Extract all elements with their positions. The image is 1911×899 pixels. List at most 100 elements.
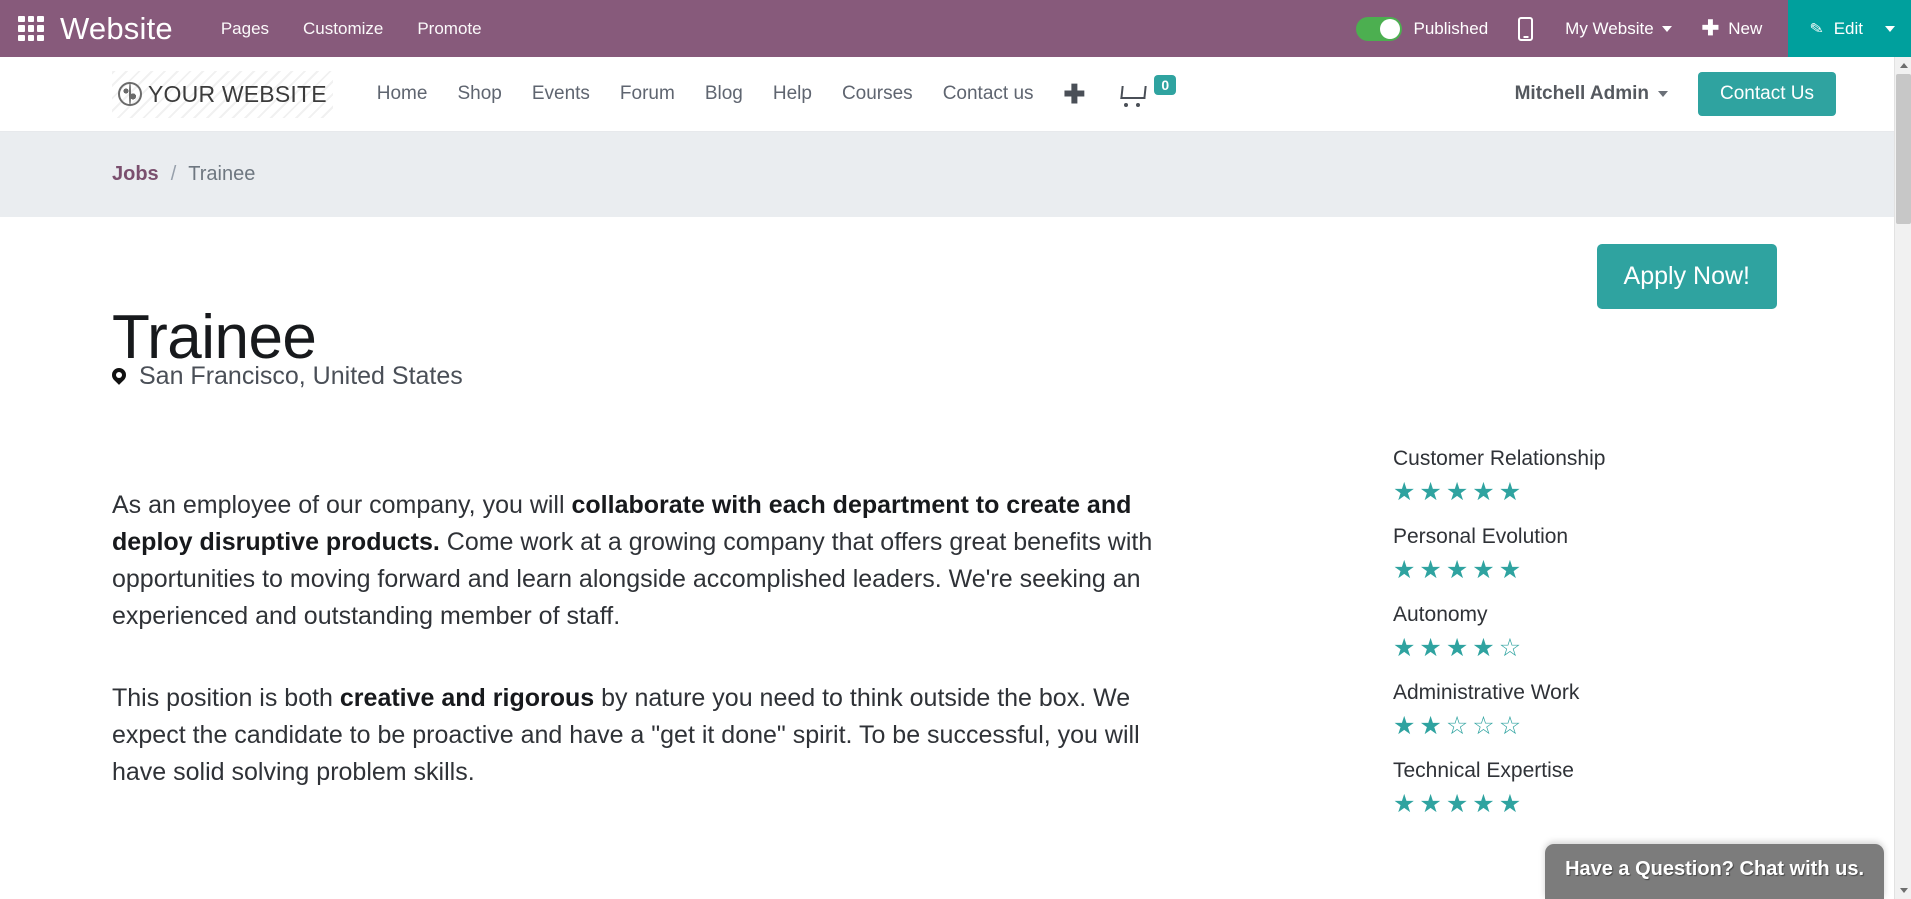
edit-button[interactable]: ✎ Edit xyxy=(1788,0,1911,57)
ratings-sidebar: Customer Relationship ★ ★ ★ ★ ★ Personal Evolu… xyxy=(1393,447,1813,837)
my-website-label: My Website xyxy=(1565,18,1654,38)
rating-stars: ★ ★ ☆ ☆ ☆ xyxy=(1393,714,1813,739)
rating-label: Customer Relationship xyxy=(1393,447,1606,470)
user-menu[interactable]: Mitchell Admin xyxy=(1514,83,1669,105)
star-filled-icon: ★ xyxy=(1419,634,1442,662)
star-filled-icon: ★ xyxy=(1393,790,1416,818)
rating-stars: ★ ★ ★ ★ ★ xyxy=(1393,792,1813,817)
published-label: Published xyxy=(1413,18,1489,38)
odoo-bar-right: Published My Website ✚ New ✎ Edit xyxy=(1355,0,1911,57)
nav-item-home[interactable]: Home xyxy=(377,83,428,105)
user-name-label: Mitchell Admin xyxy=(1514,83,1650,104)
breadcrumb-item-current: Trainee xyxy=(188,163,256,185)
job-paragraph-2: This position is both creative and rigor… xyxy=(112,680,1192,791)
rating-label: Personal Evolution xyxy=(1393,525,1569,548)
mobile-preview-icon[interactable] xyxy=(1518,16,1534,41)
star-filled-icon: ★ xyxy=(1419,790,1442,818)
job-description: As an employee of our company, you will … xyxy=(112,487,1192,836)
star-empty-icon: ☆ xyxy=(1498,712,1522,740)
odoo-menu-pages[interactable]: Pages xyxy=(221,19,269,39)
star-filled-icon: ★ xyxy=(1393,556,1416,584)
published-toggle[interactable]: Published xyxy=(1355,16,1489,41)
rating-label: Administrative Work xyxy=(1393,681,1580,704)
shopping-cart-icon xyxy=(1121,84,1147,107)
scrollbar-thumb[interactable] xyxy=(1896,74,1911,224)
star-filled-icon: ★ xyxy=(1445,478,1469,506)
map-pin-icon xyxy=(109,364,129,385)
star-empty-icon: ☆ xyxy=(1445,712,1469,740)
chevron-down-icon[interactable] xyxy=(1885,25,1895,32)
app-brand-website[interactable]: Website xyxy=(60,11,173,47)
my-website-dropdown[interactable]: My Website xyxy=(1565,19,1672,39)
star-filled-icon: ★ xyxy=(1419,556,1442,584)
star-filled-icon: ★ xyxy=(1498,556,1522,584)
star-empty-icon: ☆ xyxy=(1472,712,1495,740)
job-paragraph-1: As an employee of our company, you will … xyxy=(112,487,1192,635)
rating-stars: ★ ★ ★ ★ ★ xyxy=(1393,558,1813,583)
star-filled-icon: ★ xyxy=(1393,712,1416,740)
star-filled-icon: ★ xyxy=(1419,478,1442,506)
star-filled-icon: ★ xyxy=(1445,790,1469,818)
nav-item-forum[interactable]: Forum xyxy=(620,83,675,105)
odoo-menu-customize[interactable]: Customize xyxy=(303,19,383,39)
chevron-up-icon[interactable] xyxy=(1895,57,1911,74)
breadcrumb-bar: Jobs / Trainee xyxy=(0,132,1894,217)
odoo-top-bar: Website Pages Customize Promote Publishe… xyxy=(0,0,1911,57)
page-scrollbar[interactable] xyxy=(1894,57,1911,899)
chevron-down-icon xyxy=(1661,25,1672,32)
chevron-down-icon[interactable] xyxy=(1895,882,1911,899)
apply-now-button[interactable]: Apply Now! xyxy=(1596,244,1777,309)
nav-item-contact-us[interactable]: Contact us xyxy=(943,83,1034,105)
job-location-label: San Francisco, United States xyxy=(139,362,463,390)
paragraph-2-bold: creative and rigorous xyxy=(339,684,595,712)
paragraph-1-pre: As an employee of our company, you will xyxy=(112,491,572,519)
site-logo[interactable]: YOUR WEBSITE xyxy=(112,70,333,118)
rating-label: Technical Expertise xyxy=(1393,759,1574,782)
new-label: New xyxy=(1728,18,1763,38)
nav-item-blog[interactable]: Blog xyxy=(705,83,743,105)
livechat-button[interactable]: Have a Question? Chat with us. xyxy=(1545,844,1884,899)
star-filled-icon: ★ xyxy=(1393,634,1416,662)
plus-icon: ✚ xyxy=(1701,17,1720,40)
star-filled-icon: ★ xyxy=(1445,556,1469,584)
odoo-menu-promote[interactable]: Promote xyxy=(417,19,481,39)
breadcrumb: Jobs / Trainee xyxy=(112,163,255,186)
star-filled-icon: ★ xyxy=(1472,478,1495,506)
cart-count-badge: 0 xyxy=(1154,74,1177,96)
shopping-cart-button[interactable]: 0 xyxy=(1121,74,1177,107)
plus-icon[interactable]: ✚ xyxy=(1064,81,1086,107)
pencil-icon: ✎ xyxy=(1809,19,1826,39)
star-filled-icon: ★ xyxy=(1419,712,1442,740)
rating-stars: ★ ★ ★ ★ ☆ xyxy=(1393,636,1813,661)
nav-item-courses[interactable]: Courses xyxy=(842,83,913,105)
job-page-main: Trainee San Francisco, United States App… xyxy=(0,217,1894,899)
site-logo-text: YOUR WEBSITE xyxy=(148,80,327,107)
new-button[interactable]: ✚ New xyxy=(1702,18,1763,39)
nav-item-help[interactable]: Help xyxy=(773,83,812,105)
apps-grid-icon[interactable] xyxy=(18,15,44,42)
star-filled-icon: ★ xyxy=(1393,478,1416,506)
star-filled-icon: ★ xyxy=(1472,556,1495,584)
chevron-down-icon xyxy=(1658,91,1669,97)
nav-item-events[interactable]: Events xyxy=(532,83,590,105)
website-header: YOUR WEBSITE Home Shop Events Forum Blog… xyxy=(0,57,1894,132)
contact-us-button[interactable]: Contact Us xyxy=(1698,72,1836,116)
site-nav: Home Shop Events Forum Blog Help Courses… xyxy=(377,74,1177,107)
toggle-switch-icon[interactable] xyxy=(1355,16,1402,41)
paragraph-2-pre: This position is both xyxy=(112,684,340,712)
rating-stars: ★ ★ ★ ★ ★ xyxy=(1393,480,1813,505)
breadcrumb-separator: / xyxy=(170,163,177,185)
star-filled-icon: ★ xyxy=(1472,634,1495,662)
star-filled-icon: ★ xyxy=(1498,790,1522,818)
star-filled-icon: ★ xyxy=(1445,634,1469,662)
nav-item-shop[interactable]: Shop xyxy=(457,83,501,105)
header-right: Mitchell Admin Contact Us xyxy=(1515,72,1836,116)
star-filled-icon: ★ xyxy=(1472,790,1495,818)
globe-icon xyxy=(118,82,142,106)
edit-label: Edit xyxy=(1833,18,1863,38)
job-location: San Francisco, United States xyxy=(109,362,463,391)
star-filled-icon: ★ xyxy=(1498,478,1522,506)
star-empty-icon: ☆ xyxy=(1498,634,1522,662)
breadcrumb-item-jobs[interactable]: Jobs xyxy=(112,163,159,186)
rating-label: Autonomy xyxy=(1393,603,1488,626)
